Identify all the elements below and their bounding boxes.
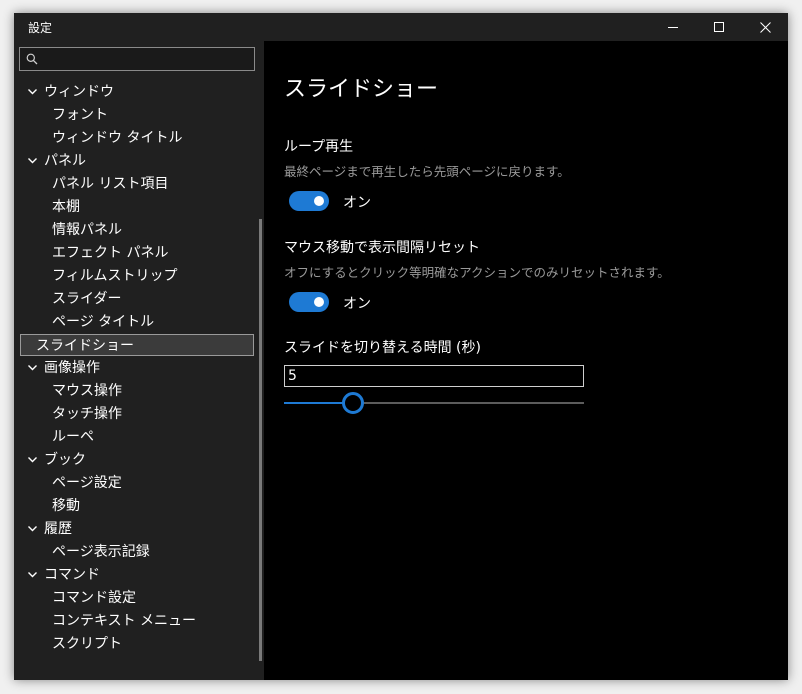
mouse-reset-state-label: オン (343, 296, 371, 312)
sidebar: ウィンドウフォントウィンドウ タイトルパネルパネル リスト項目 本棚情報パネルエフ… (14, 41, 264, 680)
tree-item-selected[interactable]: スライドショー (20, 334, 254, 356)
window-title: 設定 (28, 21, 53, 35)
chevron-down-icon[interactable] (26, 357, 40, 379)
minimize-icon (667, 26, 678, 28)
tree-item[interactable]: ページ表示記録 (52, 541, 150, 563)
sidebar-scrollbar[interactable] (259, 219, 262, 661)
tree-item-label: コンテキスト メニュー (52, 613, 197, 629)
toggle-knob (314, 196, 324, 206)
toggle-knob (314, 297, 324, 307)
tree-item-label: ページ タイトル (52, 314, 155, 330)
chevron-down-icon[interactable] (26, 81, 40, 103)
maximize-icon (713, 21, 724, 32)
minimize-button[interactable] (650, 13, 696, 41)
tree-item-label: スライドショー (36, 338, 134, 354)
tree-item[interactable]: コンテキスト メニュー (52, 610, 196, 632)
tree-item-label: パネル (44, 153, 86, 169)
tree-item-label: ルーペ (52, 429, 94, 445)
tree-item-label: ページ表示記録 (52, 544, 150, 560)
tree-item[interactable]: パネル リスト項目 (52, 173, 168, 195)
mouse-reset-description: オフにするとクリック等明確なアクションでのみリセットされます。 (284, 265, 670, 280)
loop-toggle[interactable] (289, 191, 329, 211)
search-input[interactable] (19, 47, 255, 71)
tree-item-label: パネル リスト項目 (52, 176, 169, 192)
tree-item-label: フォント (52, 107, 108, 123)
tree-item-label: フィルムストリップ (52, 268, 178, 284)
tree-item-label: 履歴 (44, 521, 72, 537)
loop-heading: ループ再生 (284, 139, 354, 155)
tree-item[interactable]: エフェクト パネル (52, 242, 168, 264)
tree-item[interactable]: 本棚 (52, 196, 80, 218)
tree-item[interactable]: ページ タイトル (52, 311, 154, 333)
loop-state-label: オン (343, 195, 371, 211)
tree-item[interactable]: ルーペ (52, 426, 94, 448)
tree-item-label: ブック (44, 452, 86, 468)
tree-item[interactable]: スライダー (52, 288, 121, 310)
tree-item-label: タッチ操作 (52, 406, 122, 422)
tree-item[interactable]: 情報パネル (52, 219, 122, 241)
tree-item-label: スクリプト (52, 636, 122, 652)
loop-description: 最終ページまで再生したら先頭ページに戻ります。 (284, 164, 570, 179)
tree-item[interactable]: マウス操作 (52, 380, 122, 402)
tree-item-label: 画像操作 (44, 360, 100, 376)
chevron-down-icon[interactable] (26, 564, 40, 586)
tree-item-label: スライダー (52, 291, 122, 307)
tree-item[interactable]: ページ設定 (52, 472, 122, 494)
tree-item-label: マウス操作 (52, 383, 122, 399)
tree-item-label: コマンド設定 (52, 590, 136, 606)
tree-item[interactable]: スクリプト (52, 633, 122, 655)
chevron-down-icon[interactable] (26, 518, 40, 540)
tree-item[interactable]: フィルムストリップ (52, 265, 177, 287)
content-panel: スライドショー ループ再生 最終ページまで再生したら先頭ページに戻ります。 オン… (264, 41, 788, 680)
slider-thumb[interactable] (342, 392, 364, 414)
interval-input[interactable]: 5 (284, 365, 584, 387)
settings-window: 設定 ウィンドウフォントウィンドウ タイトルパネルパネル リスト項目 本棚情報パネ… (14, 13, 788, 680)
tree-item[interactable]: フォント (52, 104, 108, 126)
search-icon (26, 53, 38, 65)
interval-heading: スライドを切り替える時間 (秒) (284, 340, 481, 356)
chevron-down-icon[interactable] (26, 150, 40, 172)
tree-item-label: 情報パネル (52, 222, 122, 238)
close-button[interactable] (742, 13, 788, 41)
mouse-reset-heading: マウス移動で表示間隔リセット (284, 240, 480, 256)
close-icon (759, 21, 771, 33)
tree-item[interactable]: ウィンドウ タイトル (52, 127, 182, 149)
tree-item[interactable]: 移動 (52, 495, 80, 517)
tree-item-label: ウィンドウ (44, 84, 114, 100)
chevron-down-icon[interactable] (26, 449, 40, 471)
tree-item-label: ウィンドウ タイトル (52, 130, 183, 146)
interval-slider[interactable] (284, 392, 584, 414)
mouse-reset-toggle[interactable] (289, 292, 329, 312)
tree-item-label: コマンド (44, 567, 100, 583)
page-title: スライドショー (284, 77, 439, 102)
tree-item-label: エフェクト パネル (52, 245, 169, 261)
tree-item[interactable]: コマンド設定 (52, 587, 136, 609)
tree-item[interactable]: タッチ操作 (52, 403, 122, 425)
tree-item-label: 本棚 (52, 199, 80, 215)
tree-item-label: 移動 (52, 498, 80, 514)
maximize-button[interactable] (696, 13, 742, 41)
tree-item-label: ページ設定 (52, 475, 122, 491)
title-bar[interactable]: 設定 (14, 13, 788, 41)
